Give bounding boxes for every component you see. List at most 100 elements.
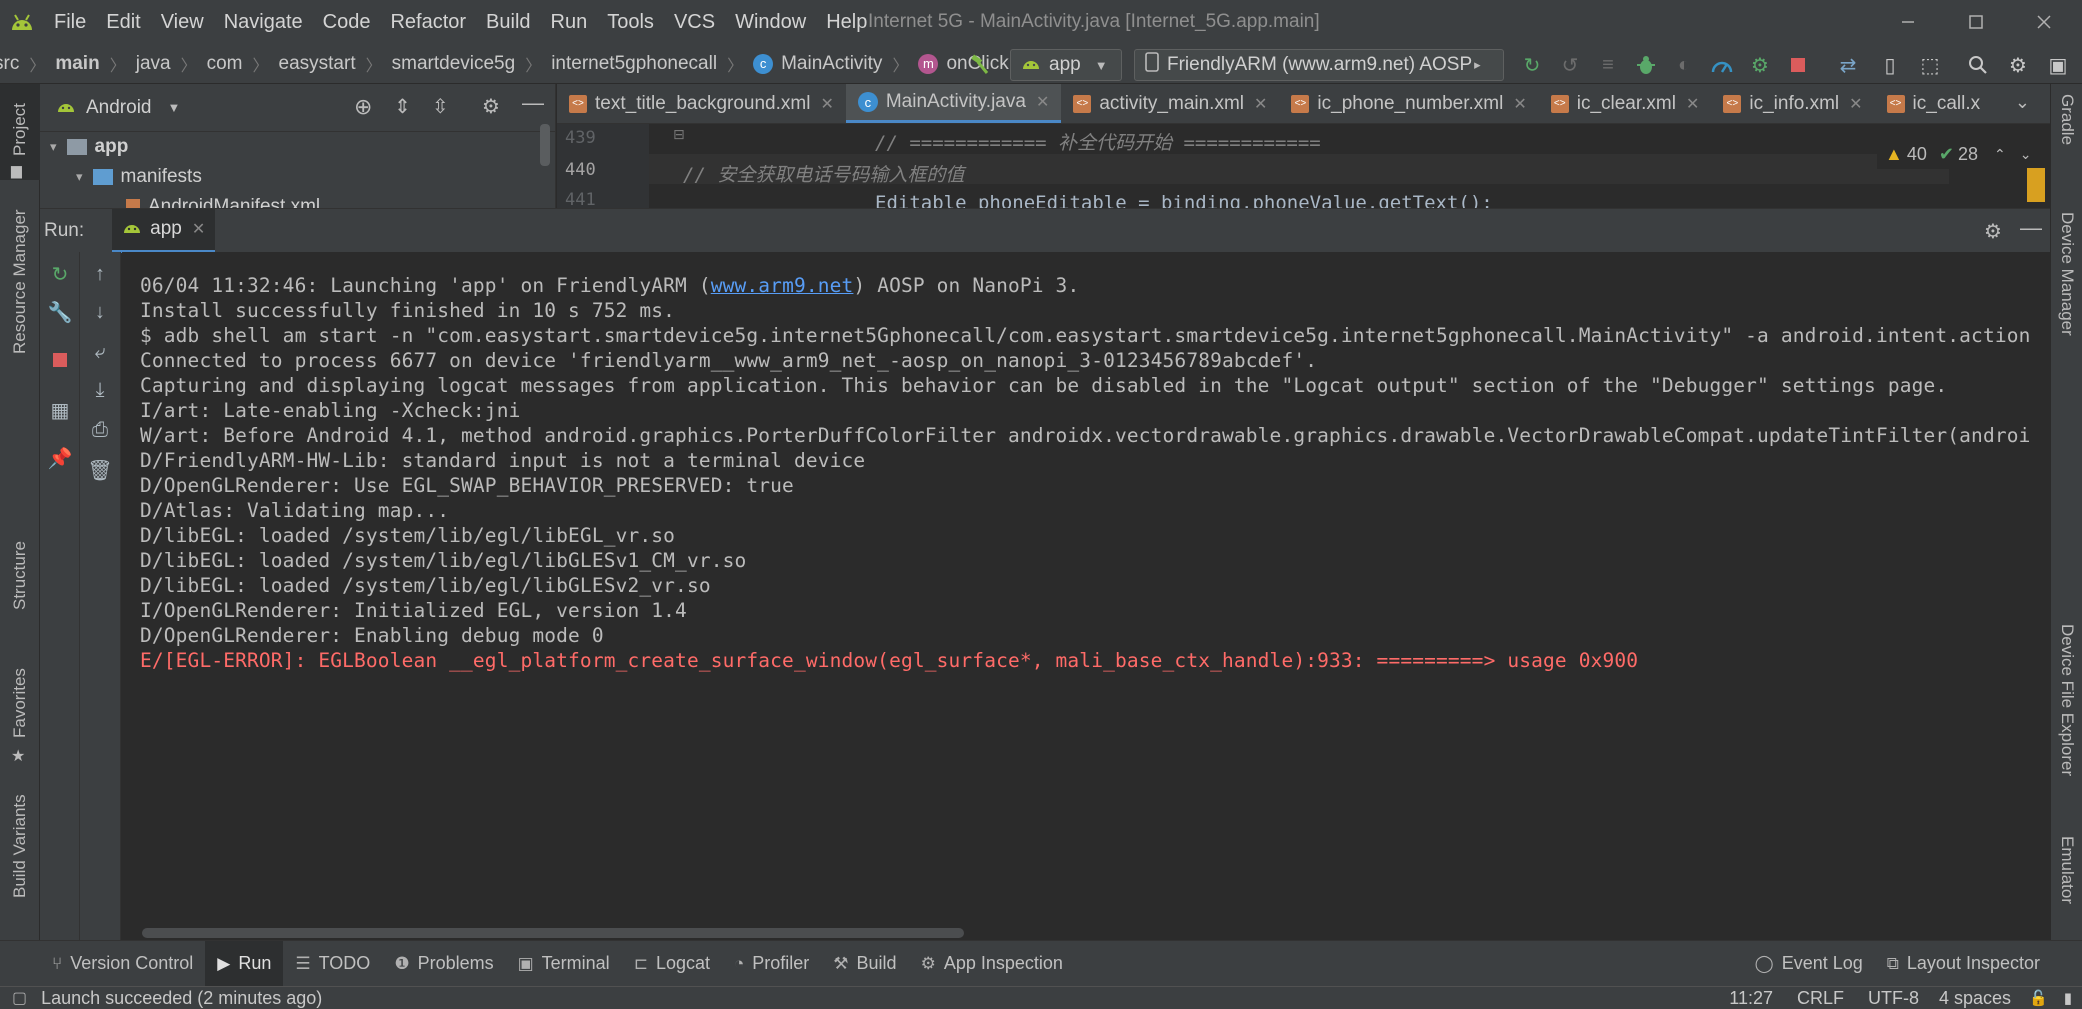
todo-tab[interactable]: ☰ TODO	[283, 941, 382, 987]
menu-vcs[interactable]: VCS	[664, 0, 725, 44]
attach-process-icon[interactable]: ⚙	[1744, 50, 1776, 80]
close-tab-icon[interactable]: ✕	[1686, 94, 1699, 114]
collapse-all-icon[interactable]: ⇳	[432, 94, 449, 119]
stop-icon[interactable]	[46, 346, 74, 374]
layout-inspector-tab[interactable]: ⧉ Layout Inspector	[1875, 941, 2052, 987]
minimize-button[interactable]	[1874, 0, 1942, 44]
menu-navigate[interactable]: Navigate	[214, 0, 313, 44]
menu-edit[interactable]: Edit	[96, 0, 150, 44]
clear-all-trash-icon[interactable]: 🗑	[86, 456, 114, 484]
build-tab[interactable]: ⚒ Build	[821, 941, 908, 987]
stop-icon[interactable]	[1782, 50, 1814, 80]
error-stripe-marker[interactable]	[2027, 168, 2045, 202]
breadcrumb-smartdevice5g[interactable]: smartdevice5g	[392, 53, 516, 75]
attach-debugger-icon[interactable]: ◐	[1668, 50, 1700, 80]
editor-tab-ic-clear[interactable]: <> ic_clear.xml ✕	[1539, 84, 1712, 123]
apply-changes-restart-icon[interactable]: ↻	[1516, 50, 1548, 80]
device-file-explorer-tab[interactable]: Device File Explorer	[2057, 624, 2077, 776]
hide-panel-icon[interactable]: —	[522, 90, 544, 116]
scroll-to-end-icon[interactable]: ⤓	[86, 376, 114, 404]
caret-position[interactable]: 11:27	[1729, 988, 1773, 1009]
close-tab-icon[interactable]: ✕	[192, 219, 205, 239]
close-tab-icon[interactable]: ✕	[1849, 94, 1862, 114]
menu-file[interactable]: File	[44, 0, 96, 44]
tab-list-chevron-icon[interactable]: ⌄	[2015, 92, 2030, 113]
edit-configuration-wrench-icon[interactable]: 🔧	[46, 298, 74, 326]
logcat-tab[interactable]: ⊏ Logcat	[622, 941, 722, 987]
editor-tab-activity-main[interactable]: <> activity_main.xml ✕	[1061, 84, 1279, 123]
tree-item-app[interactable]: ▾ app	[40, 132, 555, 162]
settings-gear-icon[interactable]: ⚙	[2002, 50, 2034, 80]
menu-refactor[interactable]: Refactor	[380, 0, 476, 44]
print-icon[interactable]: ⎙	[86, 416, 114, 444]
make-project-hammer-icon[interactable]	[964, 50, 996, 80]
editor-tab-ic-info[interactable]: <> ic_info.xml ✕	[1711, 84, 1874, 123]
file-encoding[interactable]: UTF-8	[1868, 988, 1919, 1009]
code-editor[interactable]: 439 440 441 ⊟ // ============ 补全代码开始 ===…	[557, 124, 2050, 208]
editor-tab-ic-call[interactable]: <> ic_call.x	[1875, 84, 1993, 123]
inspection-widget[interactable]: ▲ 40 ✔ 28 ⌃ ⌄	[1877, 140, 2040, 169]
line-separator[interactable]: CRLF	[1797, 988, 1844, 1009]
profiler-tab[interactable]: ◔ Profiler	[722, 941, 821, 987]
profile-icon[interactable]	[1706, 50, 1738, 80]
device-manager-tab[interactable]: Device Manager	[2057, 212, 2077, 336]
sync-gradle-icon[interactable]: ⇄	[1832, 50, 1864, 80]
build-variants-tab[interactable]: Build Variants	[10, 794, 30, 898]
debug-bug-icon[interactable]	[1630, 50, 1662, 80]
breadcrumb-com[interactable]: com	[207, 53, 243, 75]
run-configuration-select[interactable]: app ▼	[1010, 49, 1122, 81]
close-tab-icon[interactable]: ✕	[820, 94, 833, 114]
menu-view[interactable]: View	[151, 0, 214, 44]
favorites-tab[interactable]: Favorites	[10, 668, 30, 738]
breadcrumb-mainactivity[interactable]: c MainActivity	[753, 53, 882, 75]
pin-tab-icon[interactable]: 📌	[46, 444, 74, 472]
hide-run-panel-icon[interactable]: —	[2020, 215, 2042, 241]
breadcrumb-easystart[interactable]: easystart	[279, 53, 356, 75]
menu-code[interactable]: Code	[313, 0, 381, 44]
editor-tab-ic-phone-number[interactable]: <> ic_phone_number.xml ✕	[1279, 84, 1538, 123]
menu-run[interactable]: Run	[541, 0, 598, 44]
console-horizontal-scrollbar[interactable]	[142, 928, 964, 938]
app-inspection-tab[interactable]: ⚙ App Inspection	[909, 941, 1075, 987]
device-manager-icon[interactable]: ▯	[1874, 50, 1906, 80]
panel-settings-gear-icon[interactable]: ⚙	[482, 94, 500, 119]
close-tab-icon[interactable]: ✕	[1513, 94, 1526, 114]
version-control-tab[interactable]: ⑂ Version Control	[40, 941, 205, 987]
close-tab-icon[interactable]: ✕	[1254, 94, 1267, 114]
status-message[interactable]: Launch succeeded (2 minutes ago)	[41, 988, 322, 1009]
problems-tab[interactable]: ❶ Problems	[382, 941, 505, 987]
run-console-output[interactable]: 06/04 11:32:46: Launching 'app' on Frien…	[122, 252, 2050, 940]
menu-build[interactable]: Build	[476, 0, 540, 44]
emulator-tab[interactable]: Emulator	[2057, 836, 2077, 904]
gradle-tab[interactable]: Gradle	[2057, 94, 2077, 145]
fold-marker-icon[interactable]: ⊟	[673, 126, 685, 143]
resource-manager-tab[interactable]: Resource Manager	[10, 209, 30, 354]
project-view-mode-select[interactable]: Android	[86, 97, 152, 119]
run-tool-tab[interactable]: ▶ Run	[205, 940, 284, 987]
terminal-tab[interactable]: ▣ Terminal	[506, 941, 622, 987]
memory-indicator-icon[interactable]: ▮	[2064, 989, 2072, 1007]
breadcrumb-internet5gphonecall[interactable]: internet5gphonecall	[551, 53, 717, 75]
run-settings-gear-icon[interactable]: ⚙	[1984, 219, 2002, 244]
close-window-button[interactable]	[2010, 0, 2078, 44]
breadcrumb-java[interactable]: java	[136, 53, 171, 75]
soft-wrap-icon[interactable]: ⤶	[86, 338, 114, 366]
account-icon[interactable]: ▣	[2042, 50, 2074, 80]
previous-problem-icon[interactable]: ⌃	[1994, 146, 2006, 163]
project-tool-tab[interactable]: Project ▆	[0, 84, 40, 180]
breadcrumb-src[interactable]: src	[0, 53, 19, 75]
next-problem-icon[interactable]: ⌄	[2020, 146, 2032, 163]
layout-icon[interactable]: ▦	[46, 396, 74, 424]
up-arrow-icon[interactable]: ↑	[86, 260, 114, 288]
expand-all-icon[interactable]: ⇕	[394, 94, 411, 119]
project-panel-scrollbar[interactable]	[540, 124, 550, 166]
event-log-tab[interactable]: ◯ Event Log	[1743, 941, 1875, 987]
menu-tools[interactable]: Tools	[597, 0, 664, 44]
structure-tab[interactable]: Structure	[10, 541, 30, 610]
coverage-icon[interactable]: ≡	[1592, 50, 1624, 80]
breadcrumb-main[interactable]: main	[55, 53, 99, 75]
locate-file-icon[interactable]: ⊕	[354, 94, 372, 120]
editor-tab-text-title-background[interactable]: <> text_title_background.xml ✕	[557, 84, 846, 123]
lock-icon[interactable]: 🔓	[2029, 989, 2048, 1007]
indent-setting[interactable]: 4 spaces	[1939, 988, 2011, 1009]
